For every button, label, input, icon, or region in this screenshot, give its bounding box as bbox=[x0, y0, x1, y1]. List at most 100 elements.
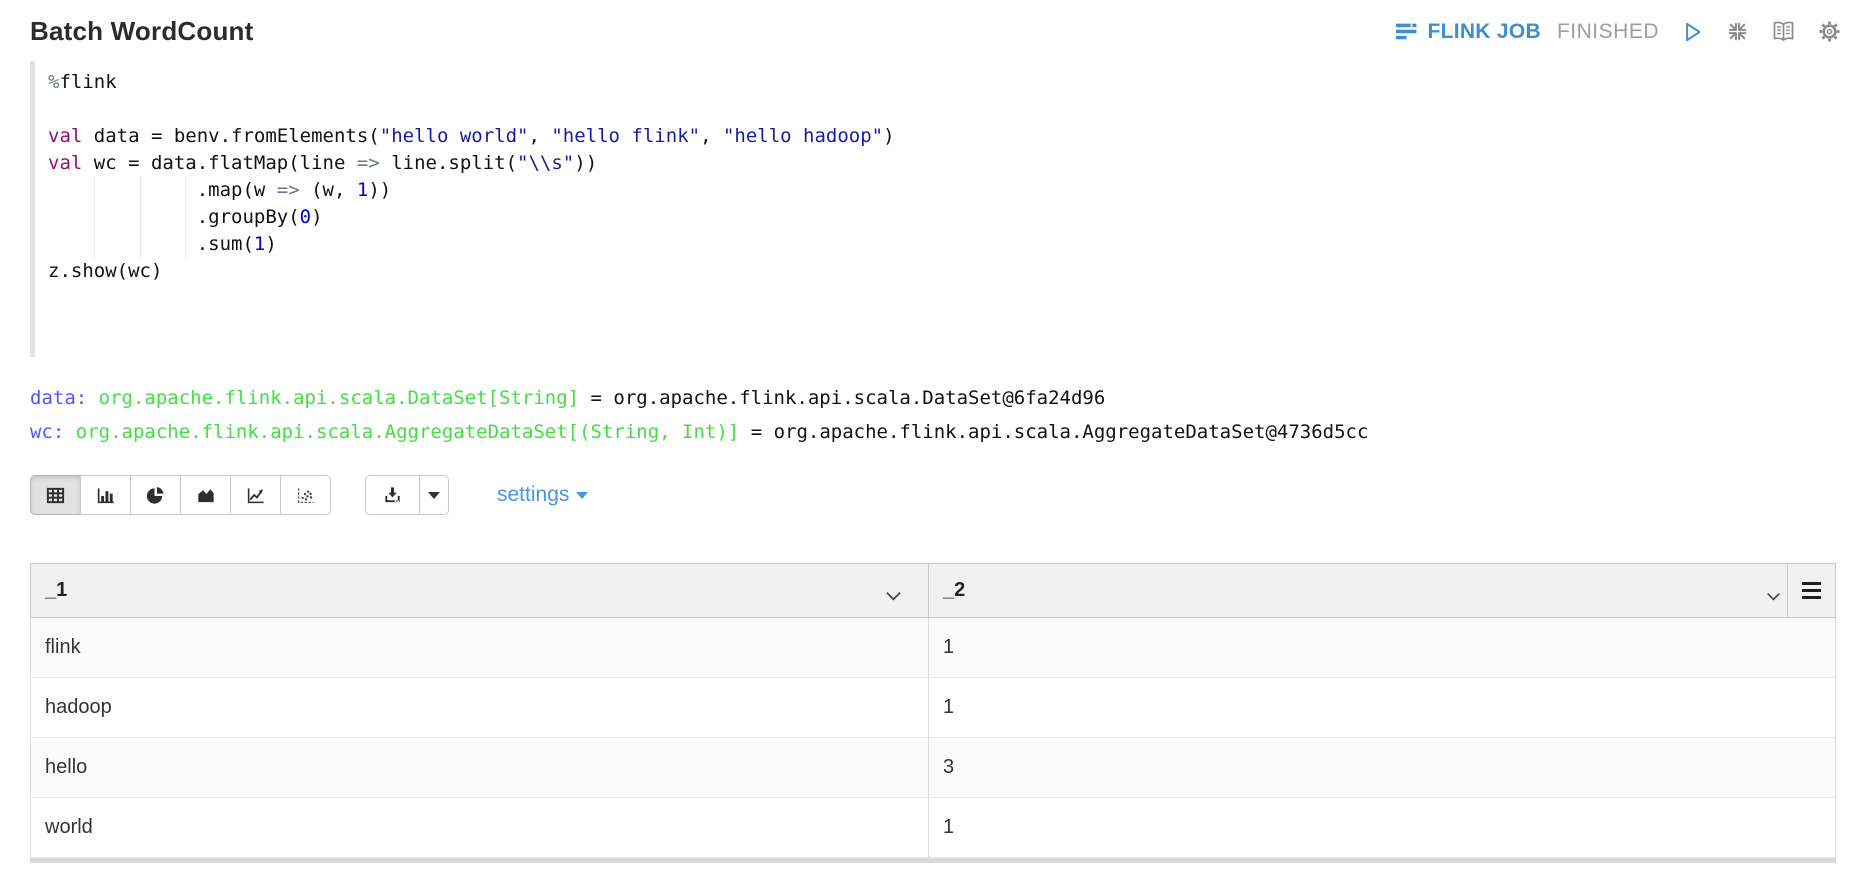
bar-chart-icon bbox=[95, 485, 116, 506]
area-chart-icon bbox=[195, 485, 216, 506]
indent-guide bbox=[140, 177, 141, 258]
code-segment: = org.apache.flink.api.scala.DataSet@6fa… bbox=[579, 387, 1105, 409]
column-label: _1 bbox=[45, 579, 67, 602]
table-cell: 1 bbox=[929, 798, 1835, 857]
code-line: z.show(wc) bbox=[48, 258, 1838, 285]
code-segment: % bbox=[48, 71, 59, 93]
settings-dropdown[interactable]: settings bbox=[497, 483, 588, 507]
table-cell: hello bbox=[31, 738, 929, 797]
code-segment: )) bbox=[368, 179, 391, 201]
download-button[interactable] bbox=[365, 475, 420, 515]
code-segment: , bbox=[700, 125, 723, 147]
code-segment: => bbox=[277, 179, 300, 201]
download-button-group bbox=[365, 475, 449, 515]
table-cell: flink bbox=[31, 618, 929, 677]
download-icon bbox=[382, 485, 403, 506]
code-editor[interactable]: %flink val data = benv.fromElements("hel… bbox=[30, 61, 1838, 357]
chart-type-pie-button[interactable] bbox=[130, 475, 181, 515]
code-segment: ) bbox=[311, 206, 322, 228]
settings-label: settings bbox=[497, 483, 569, 507]
caret-down-icon bbox=[576, 492, 588, 499]
code-segment: .sum( bbox=[48, 233, 254, 255]
gear-icon bbox=[1817, 19, 1842, 44]
status-badge: FINISHED bbox=[1557, 20, 1659, 44]
code-segment: org.apache.flink.api.scala.DataSet[Strin… bbox=[99, 387, 579, 409]
code-segment: ) bbox=[265, 233, 276, 255]
run-paragraph-button[interactable] bbox=[1679, 19, 1705, 45]
code-segment: 0 bbox=[300, 206, 311, 228]
chevron-down-icon[interactable] bbox=[1766, 585, 1781, 608]
table-menu-button[interactable] bbox=[1787, 564, 1835, 617]
code-segment: 1 bbox=[254, 233, 265, 255]
code-segment: data: bbox=[30, 387, 87, 409]
scatter-chart-icon bbox=[295, 485, 316, 506]
paragraph-settings-button[interactable] bbox=[1817, 19, 1842, 44]
table-cell: hadoop bbox=[31, 678, 929, 737]
report-view-button[interactable] bbox=[1770, 19, 1797, 44]
chart-type-bar-button[interactable] bbox=[80, 475, 131, 515]
table-icon bbox=[45, 485, 66, 506]
repl-output: data: org.apache.flink.api.scala.DataSet… bbox=[30, 381, 1838, 449]
flink-job-link[interactable]: FLINK JOB bbox=[1395, 20, 1541, 44]
code-segment: val bbox=[48, 152, 82, 174]
code-segment: flink bbox=[59, 71, 116, 93]
chart-type-table-button[interactable] bbox=[30, 475, 81, 515]
indent-guide bbox=[185, 177, 186, 258]
table-cell: world bbox=[31, 798, 929, 857]
output-line: wc: org.apache.flink.api.scala.Aggregate… bbox=[30, 415, 1838, 449]
play-icon bbox=[1679, 19, 1705, 45]
code-segment: 1 bbox=[357, 179, 368, 201]
code-segment bbox=[87, 387, 98, 409]
pie-chart-icon bbox=[145, 485, 166, 506]
line-chart-icon bbox=[245, 485, 266, 506]
code-segment: val bbox=[48, 125, 82, 147]
table-bottom-border bbox=[30, 858, 1836, 863]
job-type-label: FLINK JOB bbox=[1427, 20, 1541, 44]
code-line: val wc = data.flatMap(line => line.split… bbox=[48, 150, 1838, 177]
code-segment: "hello flink" bbox=[551, 125, 700, 147]
chart-type-area-button[interactable] bbox=[180, 475, 231, 515]
code-line bbox=[48, 96, 1838, 123]
table-row: world 1 bbox=[30, 798, 1836, 858]
book-icon bbox=[1770, 19, 1797, 44]
table-header-row: _1 _2 bbox=[30, 563, 1836, 618]
code-segment: "hello hadoop" bbox=[723, 125, 883, 147]
chevron-down-icon[interactable] bbox=[885, 585, 902, 608]
download-options-button[interactable] bbox=[419, 475, 449, 515]
table-row: hadoop 1 bbox=[30, 678, 1836, 738]
code-segment: , bbox=[528, 125, 551, 147]
chart-type-line-button[interactable] bbox=[230, 475, 281, 515]
code-segment bbox=[64, 421, 75, 443]
table-row: hello 3 bbox=[30, 738, 1836, 798]
chart-type-button-group bbox=[30, 475, 331, 515]
table-row: flink 1 bbox=[30, 618, 1836, 678]
code-segment: (w, bbox=[300, 179, 357, 201]
code-line: %flink bbox=[48, 69, 1838, 96]
code-segment: )) bbox=[574, 152, 597, 174]
code-segment: data = benv.fromElements( bbox=[82, 125, 379, 147]
code-segment: "\\s" bbox=[517, 152, 574, 174]
collapse-output-button[interactable] bbox=[1725, 19, 1750, 44]
table-cell: 1 bbox=[929, 678, 1835, 737]
code-segment: .groupBy( bbox=[48, 206, 300, 228]
column-label: _2 bbox=[943, 579, 965, 602]
page-title: Batch WordCount bbox=[30, 16, 254, 47]
table-cell: 1 bbox=[929, 618, 1835, 677]
code-segment: org.apache.flink.api.scala.AggregateData… bbox=[76, 421, 739, 443]
code-segment: = org.apache.flink.api.scala.AggregateDa… bbox=[739, 421, 1368, 443]
table-header-col2[interactable]: _2 bbox=[929, 564, 1787, 617]
code-segment: wc = data.flatMap(line bbox=[82, 152, 357, 174]
code-segment: z.show(wc) bbox=[48, 260, 162, 282]
code-line: .sum(1) bbox=[48, 231, 1838, 258]
compress-icon bbox=[1725, 19, 1750, 44]
result-table: _1 _2 flink 1 hadoop 1 hello 3 bbox=[30, 563, 1836, 863]
flink-job-icon bbox=[1395, 20, 1418, 43]
table-header-col1[interactable]: _1 bbox=[31, 564, 929, 617]
hamburger-icon bbox=[1802, 582, 1821, 600]
code-segment: => bbox=[357, 152, 380, 174]
visualization-toolbar: settings bbox=[30, 475, 1860, 515]
code-segment: line.split( bbox=[380, 152, 517, 174]
code-line: val data = benv.fromElements("hello worl… bbox=[48, 123, 1838, 150]
code-segment: "hello world" bbox=[380, 125, 529, 147]
chart-type-scatter-button[interactable] bbox=[280, 475, 331, 515]
